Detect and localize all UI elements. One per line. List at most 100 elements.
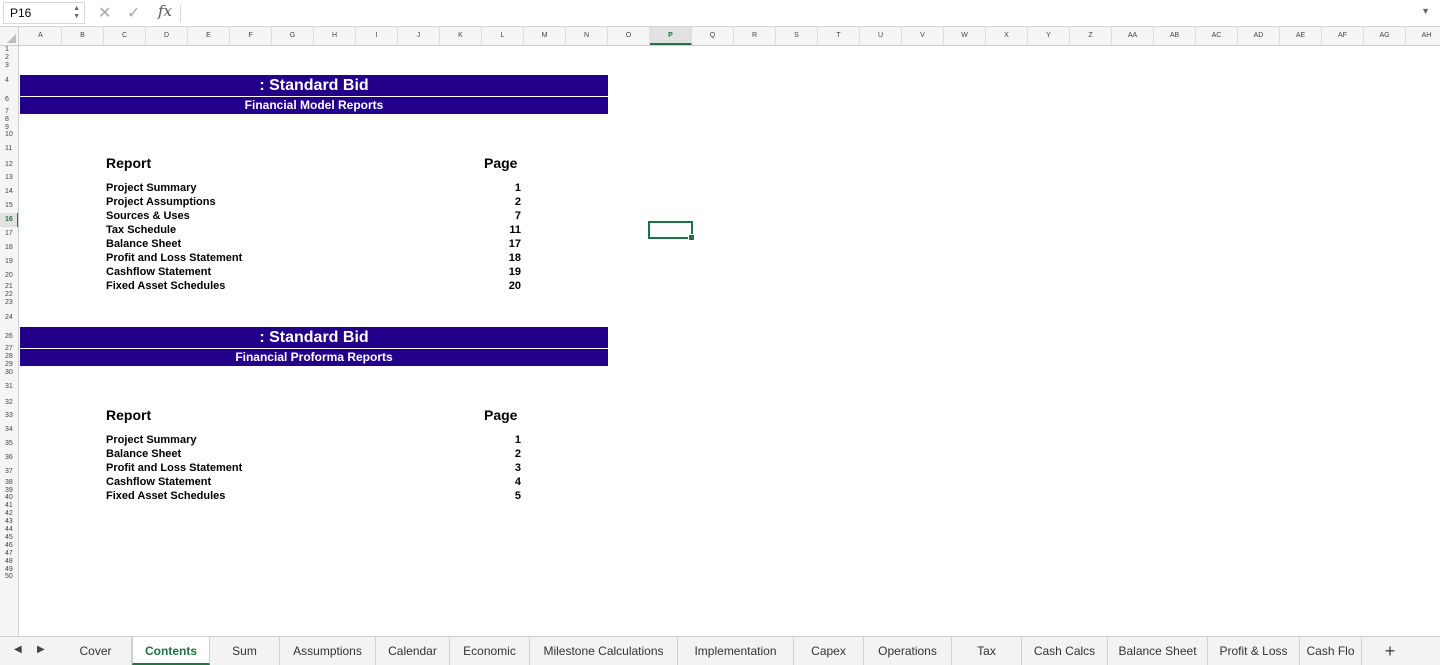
sheet-tab-capex[interactable]: Capex bbox=[794, 637, 864, 665]
column-header-o[interactable]: O bbox=[608, 27, 650, 45]
row-header-19[interactable]: 19 bbox=[0, 255, 18, 269]
column-header-y[interactable]: Y bbox=[1028, 27, 1070, 45]
column-header-ac[interactable]: AC bbox=[1196, 27, 1238, 45]
select-all-corner[interactable] bbox=[0, 27, 19, 45]
row-header-40[interactable]: 40 bbox=[0, 494, 18, 502]
row-header-9[interactable]: 9 bbox=[0, 124, 18, 132]
insert-function-icon[interactable]: fx bbox=[158, 2, 172, 20]
column-header-u[interactable]: U bbox=[860, 27, 902, 45]
sheet-tab-sum[interactable]: Sum bbox=[210, 637, 280, 665]
column-header-aa[interactable]: AA bbox=[1112, 27, 1154, 45]
sheet-tab-calendar[interactable]: Calendar bbox=[376, 637, 450, 665]
row-header-43[interactable]: 43 bbox=[0, 518, 18, 526]
row-header-32[interactable]: 32 bbox=[0, 397, 18, 409]
row-header-20[interactable]: 20 bbox=[0, 269, 18, 283]
row-header-18[interactable]: 18 bbox=[0, 241, 18, 255]
row-header-27[interactable]: 27 bbox=[0, 345, 18, 353]
row-header-36[interactable]: 36 bbox=[0, 451, 18, 465]
column-header-ad[interactable]: AD bbox=[1238, 27, 1280, 45]
sheet-tab-balance-sheet[interactable]: Balance Sheet bbox=[1108, 637, 1208, 665]
sheet-tab-implementation[interactable]: Implementation bbox=[678, 637, 794, 665]
column-header-e[interactable]: E bbox=[188, 27, 230, 45]
row-header-49[interactable]: 49 bbox=[0, 566, 18, 574]
row-header-44[interactable]: 44 bbox=[0, 526, 18, 534]
column-header-r[interactable]: R bbox=[734, 27, 776, 45]
row-header-41[interactable]: 41 bbox=[0, 502, 18, 510]
column-header-af[interactable]: AF bbox=[1322, 27, 1364, 45]
column-header-c[interactable]: C bbox=[104, 27, 146, 45]
column-header-d[interactable]: D bbox=[146, 27, 188, 45]
row-header-17[interactable]: 17 bbox=[0, 227, 18, 241]
row-header-23[interactable]: 23 bbox=[0, 299, 18, 307]
row-header-16[interactable]: 16 bbox=[0, 213, 18, 228]
row-header-48[interactable]: 48 bbox=[0, 558, 18, 566]
expand-formula-bar-icon[interactable]: ▼ bbox=[1421, 6, 1430, 16]
sheet-tab-operations[interactable]: Operations bbox=[864, 637, 952, 665]
row-header-46[interactable]: 46 bbox=[0, 542, 18, 550]
sheet-tab-tax[interactable]: Tax bbox=[952, 637, 1022, 665]
sheet-tab-profit-loss[interactable]: Profit & Loss bbox=[1208, 637, 1300, 665]
row-header-28[interactable]: 28 bbox=[0, 353, 18, 361]
worksheet-grid[interactable]: : Standard Bid Financial Model Reports R… bbox=[20, 46, 1440, 636]
row-header-21[interactable]: 21 bbox=[0, 283, 18, 291]
sheet-tab-cash-calcs[interactable]: Cash Calcs bbox=[1022, 637, 1108, 665]
row-header-3[interactable]: 3 bbox=[0, 62, 18, 70]
column-header-q[interactable]: Q bbox=[692, 27, 734, 45]
scroll-tabs-left-icon[interactable]: ◀ bbox=[14, 644, 22, 655]
column-header-g[interactable]: G bbox=[272, 27, 314, 45]
column-header-p[interactable]: P bbox=[650, 27, 692, 45]
column-header-ah[interactable]: AH bbox=[1406, 27, 1440, 45]
column-header-m[interactable]: M bbox=[524, 27, 566, 45]
column-header-ae[interactable]: AE bbox=[1280, 27, 1322, 45]
column-header-f[interactable]: F bbox=[230, 27, 272, 45]
row-header-26[interactable]: 26 bbox=[0, 328, 18, 345]
column-header-l[interactable]: L bbox=[482, 27, 524, 45]
row-header-45[interactable]: 45 bbox=[0, 534, 18, 542]
row-header-50[interactable]: 50 bbox=[0, 573, 18, 581]
row-header-24[interactable]: 24 bbox=[0, 307, 18, 328]
column-header-j[interactable]: J bbox=[398, 27, 440, 45]
active-cell-selection[interactable] bbox=[648, 221, 695, 241]
column-header-v[interactable]: V bbox=[902, 27, 944, 45]
row-header-34[interactable]: 34 bbox=[0, 423, 18, 437]
row-header-1[interactable]: 1 bbox=[0, 46, 18, 54]
row-header-11[interactable]: 11 bbox=[0, 139, 18, 159]
column-header-w[interactable]: W bbox=[944, 27, 986, 45]
row-header-29[interactable]: 29 bbox=[0, 361, 18, 369]
sheet-tab-economic[interactable]: Economic bbox=[450, 637, 530, 665]
row-header-7[interactable]: 7 bbox=[0, 108, 18, 116]
row-header-6[interactable]: 6 bbox=[0, 91, 18, 108]
row-header-35[interactable]: 35 bbox=[0, 437, 18, 451]
column-header-x[interactable]: X bbox=[986, 27, 1028, 45]
row-header-39[interactable]: 39 bbox=[0, 487, 18, 495]
row-header-30[interactable]: 30 bbox=[0, 369, 18, 377]
column-header-a[interactable]: A bbox=[20, 27, 62, 45]
row-header-38[interactable]: 38 bbox=[0, 479, 18, 487]
column-header-z[interactable]: Z bbox=[1070, 27, 1112, 45]
name-box[interactable]: P16 ▲ ▼ bbox=[3, 2, 85, 24]
row-header-4[interactable]: 4 bbox=[0, 70, 18, 91]
row-header-42[interactable]: 42 bbox=[0, 510, 18, 518]
enter-icon[interactable]: ✓ bbox=[127, 3, 140, 23]
name-box-stepper-icon[interactable]: ▲ ▼ bbox=[73, 5, 80, 21]
row-header-47[interactable]: 47 bbox=[0, 550, 18, 558]
row-header-14[interactable]: 14 bbox=[0, 185, 18, 199]
formula-input[interactable] bbox=[186, 3, 1416, 23]
row-header-10[interactable]: 10 bbox=[0, 131, 18, 139]
cancel-icon[interactable]: ✕ bbox=[98, 3, 111, 23]
sheet-tab-cover[interactable]: Cover bbox=[60, 637, 132, 665]
column-header-t[interactable]: T bbox=[818, 27, 860, 45]
row-header-31[interactable]: 31 bbox=[0, 377, 18, 397]
column-header-i[interactable]: I bbox=[356, 27, 398, 45]
sheet-tab-cash-flo[interactable]: Cash Flo bbox=[1300, 637, 1362, 665]
row-header-2[interactable]: 2 bbox=[0, 54, 18, 62]
row-header-33[interactable]: 33 bbox=[0, 409, 18, 423]
column-header-b[interactable]: B bbox=[62, 27, 104, 45]
sheet-tab-contents[interactable]: Contents bbox=[132, 637, 210, 665]
column-header-ag[interactable]: AG bbox=[1364, 27, 1406, 45]
row-header-15[interactable]: 15 bbox=[0, 199, 18, 213]
scroll-tabs-right-icon[interactable]: ▶ bbox=[37, 644, 45, 655]
row-header-8[interactable]: 8 bbox=[0, 116, 18, 124]
sheet-tab-assumptions[interactable]: Assumptions bbox=[280, 637, 376, 665]
column-header-ab[interactable]: AB bbox=[1154, 27, 1196, 45]
